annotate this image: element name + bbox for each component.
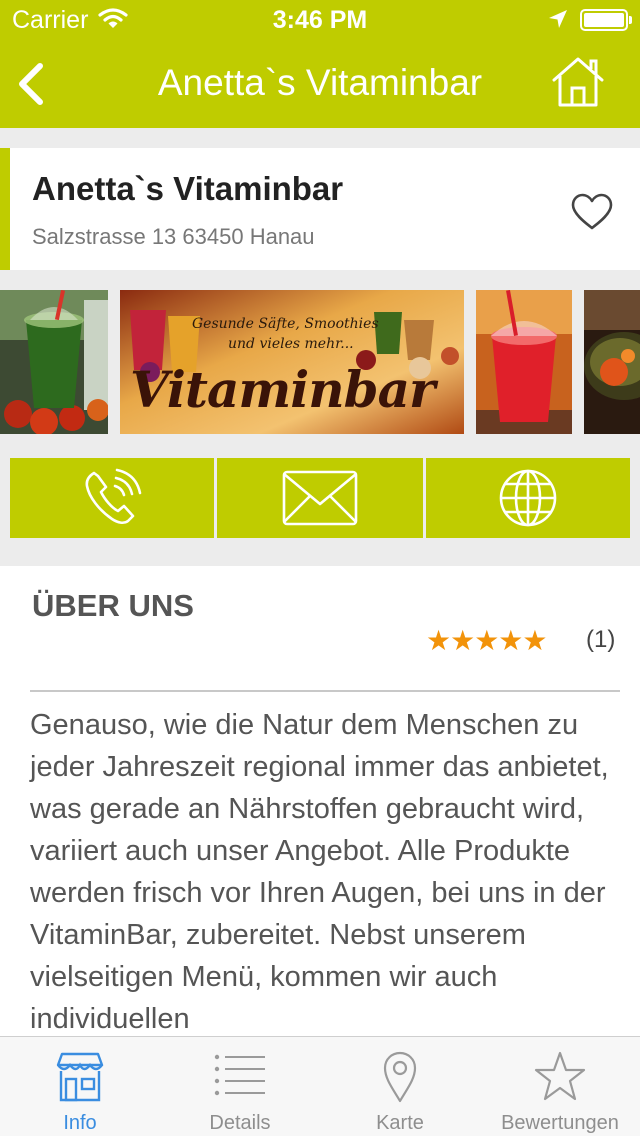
business-header: Anetta`s Vitaminbar Salzstrasse 13 63450… xyxy=(0,148,640,270)
clock: 3:46 PM xyxy=(272,6,368,34)
star-icon xyxy=(534,1051,586,1101)
review-count: (1) xyxy=(586,626,616,653)
business-address: Salzstrasse 13 63450 Hanau xyxy=(32,224,315,249)
banner-tagline-2: und vieles mehr... xyxy=(228,336,354,352)
battery-icon xyxy=(580,9,632,31)
tab-info-label: Info xyxy=(63,1112,97,1134)
banner-logo-text: Vitaminbar xyxy=(130,360,435,419)
gallery-photo-bowl[interactable] xyxy=(584,290,640,434)
gallery-photo-green-smoothie[interactable] xyxy=(0,290,108,434)
tab-details[interactable]: Details xyxy=(160,1037,320,1136)
tab-bar: Info Details Karte Bewertungen xyxy=(0,1036,640,1136)
tab-map-label: Karte xyxy=(376,1112,424,1134)
accent-stripe xyxy=(0,148,10,270)
email-button[interactable] xyxy=(217,458,423,538)
location-arrow-icon xyxy=(549,10,567,28)
favorite-heart-icon[interactable] xyxy=(570,193,614,231)
about-heading: ÜBER UNS xyxy=(32,588,194,623)
store-icon xyxy=(56,1052,104,1102)
list-icon xyxy=(214,1054,265,1096)
globe-icon xyxy=(499,469,557,527)
rating-stars[interactable]: ★★★★★ xyxy=(426,624,548,657)
mail-icon xyxy=(282,470,358,526)
divider xyxy=(30,690,620,692)
tab-details-label: Details xyxy=(209,1112,271,1134)
gallery-photo-banner[interactable]: Gesunde Säfte, Smoothies und vieles mehr… xyxy=(120,290,464,434)
about-section: ÜBER UNS ★★★★★ (1) Genauso, wie die Natu… xyxy=(0,566,640,1036)
gallery-photo-red-juice[interactable] xyxy=(476,290,572,434)
tab-reviews[interactable]: Bewertungen xyxy=(480,1037,640,1136)
status-bar: Carrier 3:46 PM xyxy=(0,0,640,40)
tab-reviews-label: Bewertungen xyxy=(501,1112,619,1134)
back-chevron-icon[interactable] xyxy=(10,60,54,108)
banner-tagline-1: Gesunde Säfte, Smoothies xyxy=(192,316,379,332)
home-icon[interactable] xyxy=(550,56,606,108)
contact-actions xyxy=(10,458,630,538)
navigation-bar: Anetta`s Vitaminbar xyxy=(0,40,640,128)
website-button[interactable] xyxy=(426,458,630,538)
nav-title: Anetta`s Vitaminbar xyxy=(157,62,483,103)
phone-icon xyxy=(85,468,142,525)
photo-gallery[interactable]: Gesunde Säfte, Smoothies und vieles mehr… xyxy=(0,290,640,434)
tab-info[interactable]: Info xyxy=(0,1037,160,1136)
tab-map[interactable]: Karte xyxy=(320,1037,480,1136)
about-description: Genauso, wie die Natur dem Menschen zu j… xyxy=(30,709,609,1035)
map-pin-icon xyxy=(383,1051,417,1103)
business-name: Anetta`s Vitaminbar xyxy=(32,170,344,207)
call-button[interactable] xyxy=(10,458,214,538)
